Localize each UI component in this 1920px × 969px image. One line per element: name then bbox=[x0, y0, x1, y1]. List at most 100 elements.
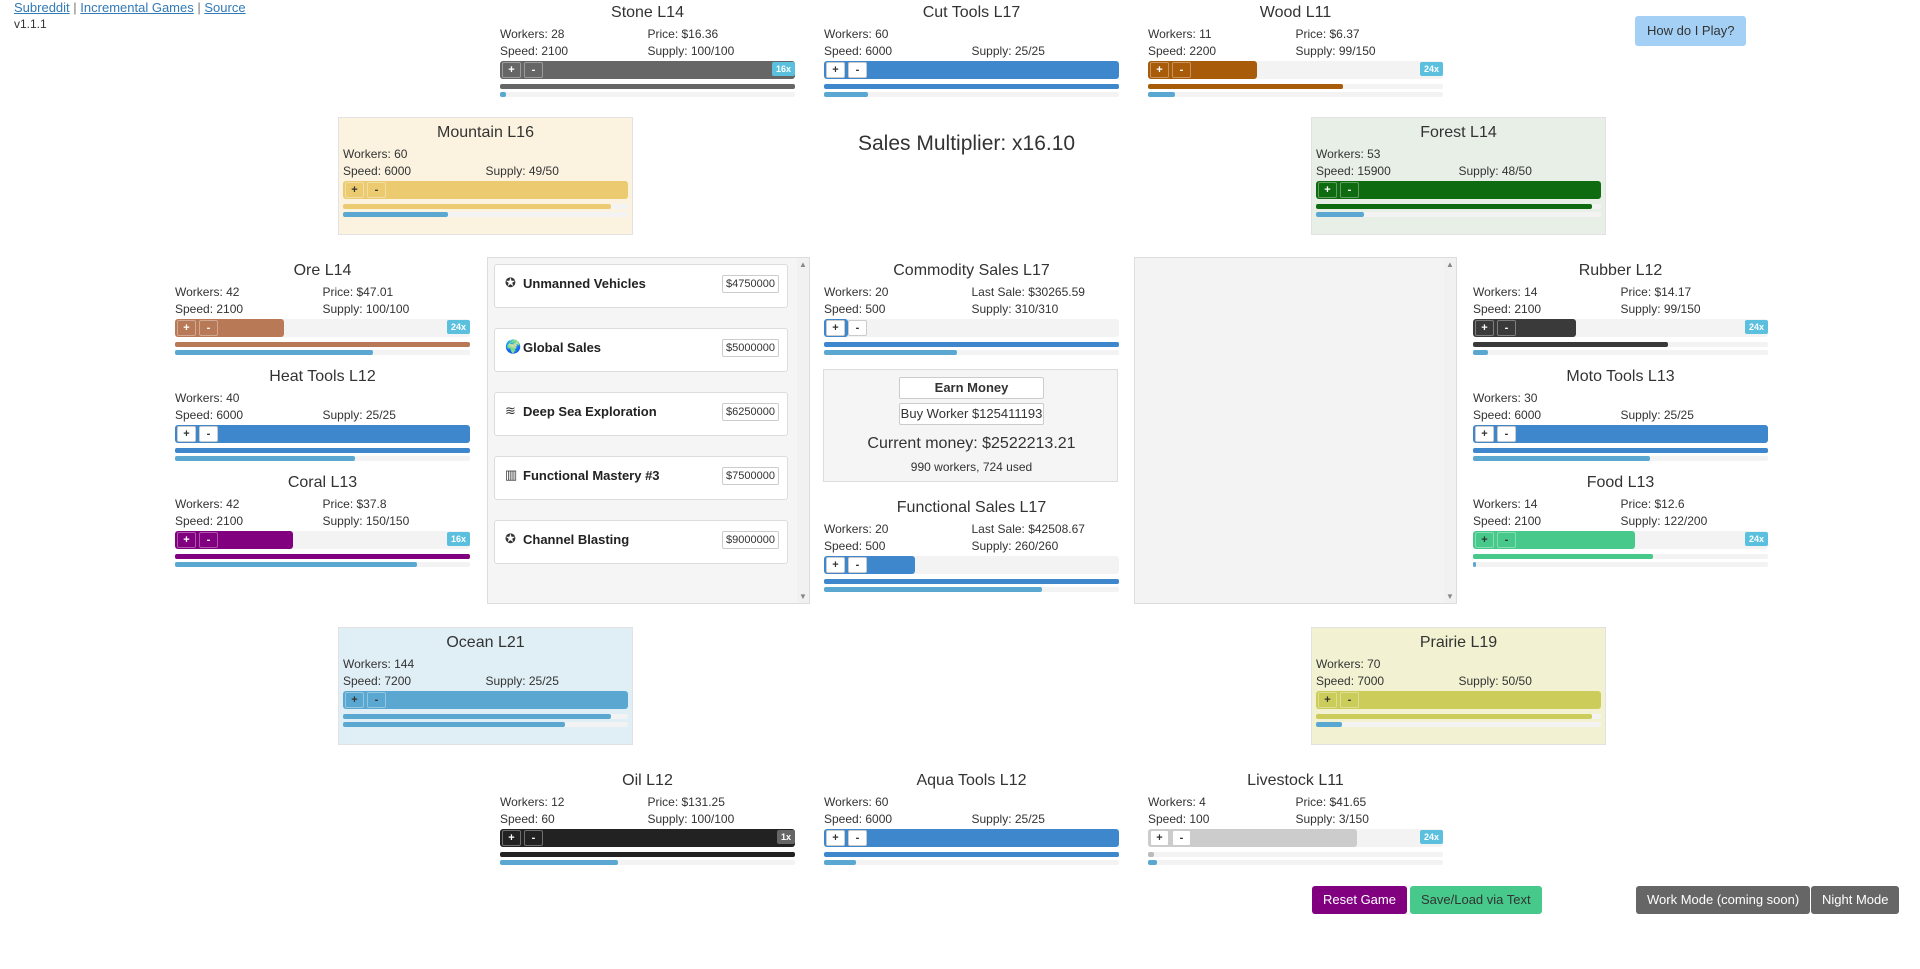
price-label: Price: $12.6 bbox=[1620, 497, 1685, 511]
multiplier-badge: 24x bbox=[1419, 830, 1443, 844]
resource-card-prairie: Prairie L19 Workers: 70 Speed: 7000 Suppl… bbox=[1311, 627, 1606, 745]
upgrade-item[interactable]: ✪ Unmanned Vehicles $4750000 bbox=[494, 264, 788, 308]
resource-card-functional: Functional Sales L17 Workers: 20 Last Sal… bbox=[824, 499, 1119, 592]
speed-label: Speed: 15900 bbox=[1316, 164, 1391, 178]
remove-worker-button[interactable]: - bbox=[1172, 62, 1191, 78]
resource-card-ore: Ore L14 Workers: 42 Price: $47.01 Speed: … bbox=[175, 262, 470, 355]
production-bar: + - 24x bbox=[175, 319, 470, 337]
progress-fill bbox=[1148, 92, 1175, 97]
speed-label: Speed: 2100 bbox=[1473, 514, 1542, 528]
card-title: Ocean L21 bbox=[446, 634, 525, 651]
remove-worker-button[interactable]: - bbox=[848, 557, 867, 573]
add-worker-button[interactable]: + bbox=[345, 182, 364, 198]
upgrade-item[interactable]: ✪ Channel Blasting $9000000 bbox=[494, 520, 788, 564]
work-mode-button[interactable]: Work Mode (coming soon) bbox=[1636, 886, 1811, 914]
upgrade-buy-button[interactable]: $5000000 bbox=[722, 339, 779, 357]
remove-worker-button[interactable]: - bbox=[848, 830, 867, 846]
earn-money-button[interactable]: Earn Money bbox=[899, 377, 1044, 399]
supply-bar bbox=[343, 204, 628, 209]
add-worker-button[interactable]: + bbox=[826, 62, 845, 78]
card-title: Functional Sales L17 bbox=[896, 499, 1047, 516]
add-worker-button[interactable]: + bbox=[177, 320, 196, 336]
add-worker-button[interactable]: + bbox=[1475, 426, 1494, 442]
price-label bbox=[1459, 146, 1602, 163]
remove-worker-button[interactable]: - bbox=[524, 830, 543, 846]
progress-fill bbox=[343, 212, 449, 217]
production-bar: + - bbox=[343, 181, 628, 199]
info-scrollbar[interactable]: ▲ ▼ bbox=[1444, 258, 1456, 603]
resource-card-livestock: Livestock L11 Workers: 4 Price: $41.65 Sp… bbox=[1148, 772, 1443, 865]
progress-fill bbox=[175, 350, 373, 355]
add-worker-button[interactable]: + bbox=[502, 830, 521, 846]
remove-worker-button[interactable]: - bbox=[1340, 692, 1359, 708]
add-worker-button[interactable]: + bbox=[1475, 532, 1494, 548]
add-worker-button[interactable]: + bbox=[177, 532, 196, 548]
add-worker-button[interactable]: + bbox=[1150, 62, 1169, 78]
remove-worker-button[interactable]: - bbox=[1340, 182, 1359, 198]
supply-bar bbox=[175, 554, 470, 559]
add-worker-button[interactable]: + bbox=[826, 320, 845, 336]
subreddit-link[interactable]: Subreddit bbox=[14, 0, 70, 15]
workers-label: Workers: 60 bbox=[824, 795, 889, 809]
add-worker-button[interactable]: + bbox=[345, 692, 364, 708]
sales-multiplier: Sales Multiplier: x16.10 bbox=[858, 132, 1076, 155]
night-mode-button[interactable]: Night Mode bbox=[1811, 886, 1900, 914]
card-title: Forest L14 bbox=[1420, 124, 1497, 141]
save-load-button[interactable]: Save/Load via Text bbox=[1410, 886, 1542, 914]
scroll-down-icon[interactable]: ▼ bbox=[799, 592, 807, 601]
remove-worker-button[interactable]: - bbox=[199, 426, 218, 442]
upgrade-item[interactable]: 🌍 Global Sales $5000000 bbox=[494, 328, 788, 372]
remove-worker-button[interactable]: - bbox=[199, 532, 218, 548]
remove-worker-button[interactable]: - bbox=[524, 62, 543, 78]
upgrade-buy-button[interactable]: $4750000 bbox=[722, 275, 779, 293]
remove-worker-button[interactable]: - bbox=[1497, 426, 1516, 442]
buy-worker-button[interactable]: Buy Worker $125411193 bbox=[899, 403, 1044, 425]
reset-game-button[interactable]: Reset Game bbox=[1312, 886, 1407, 914]
production-fill bbox=[824, 61, 1119, 79]
scroll-up-icon[interactable]: ▲ bbox=[799, 260, 807, 269]
add-worker-button[interactable]: + bbox=[502, 62, 521, 78]
remove-worker-button[interactable]: - bbox=[848, 320, 867, 336]
progress-bar bbox=[1473, 562, 1768, 567]
scroll-down-icon[interactable]: ▼ bbox=[1446, 592, 1454, 601]
scroll-up-icon[interactable]: ▲ bbox=[1446, 260, 1454, 269]
add-worker-button[interactable]: + bbox=[1150, 830, 1169, 846]
incremental-games-link[interactable]: Incremental Games bbox=[80, 0, 193, 15]
progress-bar bbox=[824, 587, 1119, 592]
progress-fill bbox=[500, 860, 618, 865]
card-title: Mountain L16 bbox=[437, 124, 534, 141]
add-worker-button[interactable]: + bbox=[826, 557, 845, 573]
upgrade-buy-button[interactable]: $7500000 bbox=[722, 467, 779, 485]
progress-bar bbox=[500, 860, 795, 865]
progress-fill bbox=[1473, 350, 1488, 355]
remove-worker-button[interactable]: - bbox=[1172, 830, 1191, 846]
remove-worker-button[interactable]: - bbox=[367, 182, 386, 198]
upgrade-item[interactable]: ≋ Deep Sea Exploration $6250000 bbox=[494, 392, 788, 436]
progress-bar bbox=[824, 92, 1119, 97]
how-to-play-button[interactable]: How do I Play? bbox=[1635, 16, 1747, 46]
supply-bar bbox=[1316, 714, 1601, 719]
add-worker-button[interactable]: + bbox=[1318, 182, 1337, 198]
add-worker-button[interactable]: + bbox=[177, 426, 196, 442]
upgrade-buy-button[interactable]: $6250000 bbox=[722, 403, 779, 421]
progress-bar bbox=[500, 92, 795, 97]
upgrades-scrollbar[interactable]: ▲ ▼ bbox=[797, 258, 809, 603]
speed-label: Speed: 60 bbox=[500, 812, 555, 826]
remove-worker-button[interactable]: - bbox=[199, 320, 218, 336]
source-link[interactable]: Source bbox=[204, 0, 245, 15]
upgrade-icon: ✪ bbox=[505, 531, 516, 546]
remove-worker-button[interactable]: - bbox=[848, 62, 867, 78]
add-worker-button[interactable]: + bbox=[1475, 320, 1494, 336]
upgrade-buy-button[interactable]: $9000000 bbox=[722, 531, 779, 549]
remove-worker-button[interactable]: - bbox=[1497, 320, 1516, 336]
remove-worker-button[interactable]: - bbox=[1497, 532, 1516, 548]
supply-label: Supply: 25/25 bbox=[971, 44, 1045, 58]
production-bar: + - bbox=[1316, 181, 1601, 199]
speed-label: Speed: 100 bbox=[1148, 812, 1210, 826]
workers-label: Workers: 42 bbox=[175, 285, 240, 299]
progress-fill bbox=[1316, 212, 1365, 217]
remove-worker-button[interactable]: - bbox=[367, 692, 386, 708]
add-worker-button[interactable]: + bbox=[826, 830, 845, 846]
upgrade-item[interactable]: ▥ Functional Mastery #3 $7500000 bbox=[494, 456, 788, 500]
add-worker-button[interactable]: + bbox=[1318, 692, 1337, 708]
